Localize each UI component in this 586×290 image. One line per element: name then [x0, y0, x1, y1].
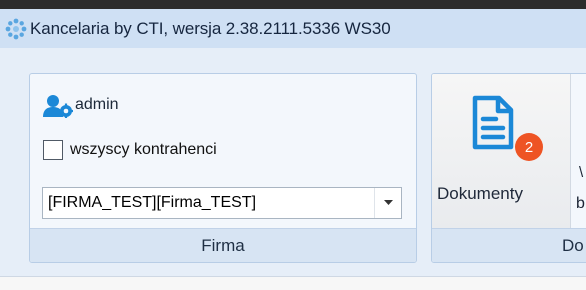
window-title: Kancelaria by CTI, wersja 2.38.2111.5336…	[30, 19, 391, 38]
app-logo-icon	[5, 18, 27, 40]
company-select-dropdown-button[interactable]	[374, 188, 401, 218]
partial-button-label-bottom: b	[576, 195, 585, 212]
group-label-firma: Firma	[201, 236, 245, 255]
user-name: admin	[75, 96, 119, 113]
company-select-value[interactable]: [FIRMA_TEST][Firma_TEST]	[48, 194, 256, 212]
dokumenty-button[interactable]: 2 Dokumenty	[432, 74, 571, 228]
all-contractors-label[interactable]: wszyscy kontrahenci	[70, 141, 217, 159]
group-label-dokumenty: Do	[562, 236, 584, 255]
ribbon-group-dokumenty: 2 Dokumenty \ b Do	[431, 73, 586, 263]
partial-button-label-top: \	[579, 164, 584, 181]
group-footer-dokumenty: Do	[432, 228, 586, 262]
notification-badge: 2	[515, 133, 543, 161]
ribbon-group-firma: admin wszyscy kontrahenci [FIRMA_TEST][F…	[29, 73, 417, 263]
all-contractors-checkbox[interactable]	[43, 140, 63, 160]
document-icon	[472, 95, 514, 150]
company-select[interactable]: [FIRMA_TEST][Firma_TEST]	[42, 187, 402, 219]
user-gear-icon	[43, 95, 73, 118]
top-strip	[0, 0, 586, 9]
dokumenty-button-label[interactable]: Dokumenty	[437, 184, 523, 204]
chevron-down-icon	[383, 200, 393, 205]
group-footer-firma: Firma	[30, 228, 416, 262]
ribbon-bottom-edge	[0, 276, 586, 290]
